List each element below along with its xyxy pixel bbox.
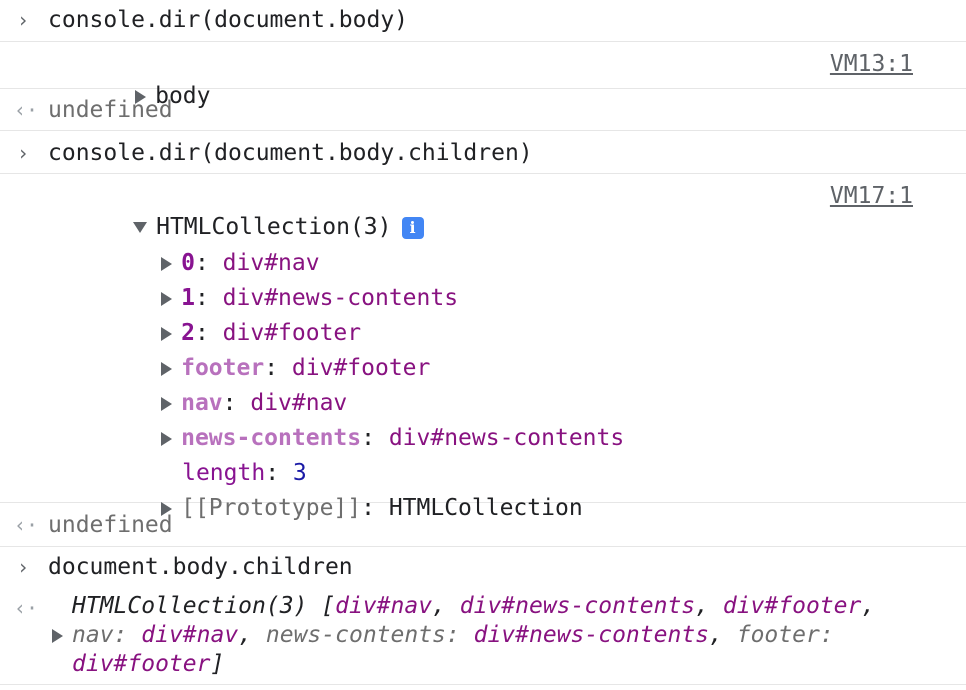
preview-key: news-contents	[265, 622, 446, 648]
result-arrow-icon: ‹·	[14, 513, 39, 537]
expand-triangle-icon[interactable]	[52, 628, 63, 643]
result-arrow-icon: ‹·	[14, 98, 39, 122]
preview-item: div#footer	[722, 593, 862, 619]
command-text[interactable]: console.dir(document.body)	[48, 5, 408, 35]
console-input-row: › console.dir(document.body)	[0, 0, 966, 42]
preview-value: div#nav	[141, 622, 239, 648]
preview-line-3: div#footer]	[72, 649, 224, 679]
info-icon[interactable]: i	[401, 216, 424, 239]
preview-label: HTMLCollection(3) [	[72, 593, 336, 619]
preview-item: div#news-contents	[459, 593, 696, 619]
console-result-row: ‹· undefined	[0, 89, 966, 131]
console-input-row: › document.body.children	[0, 547, 966, 589]
result-text: undefined	[48, 512, 173, 538]
preview-close: ]	[210, 651, 225, 677]
source-link[interactable]: VM17:1	[830, 181, 913, 211]
prompt-chevron-icon: ›	[16, 141, 30, 165]
source-link[interactable]: VM13:1	[830, 49, 913, 79]
preview-value: div#news-contents	[473, 622, 710, 648]
result-text: undefined	[48, 97, 173, 123]
console-result-row: ‹· HTMLCollection(3) [div#nav, div#news-…	[0, 589, 966, 685]
preview-line-1[interactable]: HTMLCollection(3) [div#nav, div#news-con…	[72, 591, 875, 621]
console-output-row: body VM13:1	[0, 42, 966, 109]
preview-value: div#footer	[72, 651, 211, 677]
result-arrow-icon: ‹·	[14, 596, 39, 620]
console-input-row: › console.dir(document.body.children)	[0, 131, 966, 174]
command-text[interactable]: document.body.children	[48, 552, 353, 582]
preview-item: div#nav	[335, 593, 433, 619]
console-result-row: ‹· undefined	[0, 503, 966, 547]
preview-key: nav	[72, 622, 114, 648]
preview-key: footer	[736, 622, 820, 648]
command-text[interactable]: console.dir(document.body.children)	[48, 138, 533, 168]
prompt-chevron-icon: ›	[16, 8, 30, 32]
prompt-chevron-icon: ›	[16, 555, 30, 579]
devtools-console: › console.dir(document.body) body VM13:1…	[0, 0, 966, 690]
console-output-row: HTMLCollection(3) i VM17:1 0: div#nav 1: …	[0, 174, 966, 521]
property-value: div#news-contents	[388, 425, 625, 451]
preview-line-2[interactable]: nav: div#nav, news-contents: div#news-co…	[52, 620, 834, 650]
